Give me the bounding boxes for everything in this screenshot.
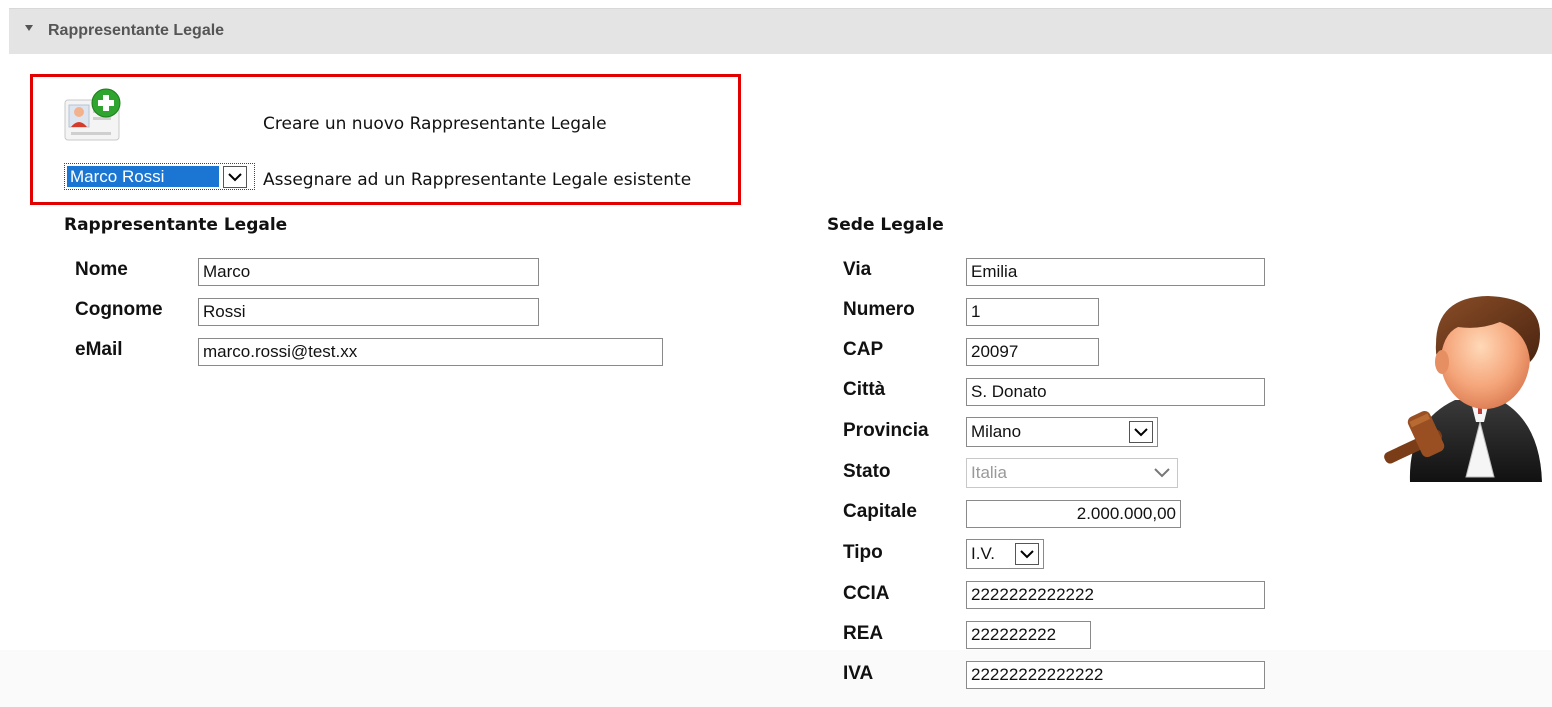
- label-rea: REA: [843, 623, 884, 644]
- label-numero: Numero: [843, 299, 915, 320]
- cognome-input[interactable]: Rossi: [198, 298, 539, 326]
- existing-representative-value: Marco Rossi: [67, 166, 219, 187]
- label-cognome: Cognome: [75, 299, 163, 320]
- label-nome: Nome: [75, 259, 128, 280]
- section-title-sede: Sede Legale: [827, 215, 944, 235]
- chevron-down-icon: [1154, 468, 1170, 478]
- tipo-select[interactable]: I.V.: [966, 539, 1044, 569]
- label-iva: IVA: [843, 663, 874, 684]
- add-person-card-icon[interactable]: [63, 88, 123, 144]
- chevron-down-icon[interactable]: [1015, 543, 1039, 565]
- capitale-input[interactable]: 2.000.000,00: [966, 500, 1181, 528]
- chevron-down-icon[interactable]: [1129, 421, 1153, 443]
- rea-input[interactable]: 222222222: [966, 621, 1091, 649]
- label-stato: Stato: [843, 461, 891, 482]
- lawyer-avatar-icon: [1384, 296, 1542, 482]
- cap-input[interactable]: 20097: [966, 338, 1099, 366]
- lower-background: [0, 650, 1552, 707]
- expand-triangle-icon: [25, 25, 33, 31]
- email-input[interactable]: marco.rossi@test.xx: [198, 338, 663, 366]
- provincia-select[interactable]: Milano: [966, 417, 1158, 447]
- label-via: Via: [843, 259, 872, 280]
- assign-existing-label: Assegnare ad un Rappresentante Legale es…: [263, 170, 692, 190]
- label-tipo: Tipo: [843, 542, 883, 563]
- section-title-rappresentante: Rappresentante Legale: [64, 215, 288, 235]
- label-email: eMail: [75, 339, 123, 360]
- provincia-value: Milano: [971, 422, 1022, 441]
- stato-select: Italia: [966, 458, 1178, 488]
- label-provincia: Provincia: [843, 420, 929, 441]
- citta-input[interactable]: S. Donato: [966, 378, 1265, 406]
- nome-input[interactable]: Marco: [198, 258, 539, 286]
- numero-input[interactable]: 1: [966, 298, 1099, 326]
- existing-representative-select[interactable]: Marco Rossi: [64, 163, 255, 190]
- panel-title: Rappresentante Legale: [48, 22, 225, 39]
- label-ccia: CCIA: [843, 583, 890, 604]
- iva-input[interactable]: 22222222222222: [966, 661, 1265, 689]
- label-capitale: Capitale: [843, 501, 917, 522]
- label-citta: Città: [843, 379, 886, 400]
- via-input[interactable]: Emilia: [966, 258, 1265, 286]
- tipo-value: I.V.: [971, 544, 995, 563]
- ccia-input[interactable]: 2222222222222: [966, 581, 1265, 609]
- panel-header[interactable]: Rappresentante Legale: [9, 8, 1552, 54]
- chevron-down-icon[interactable]: [223, 166, 247, 188]
- label-cap: CAP: [843, 339, 884, 360]
- stato-value: Italia: [971, 463, 1007, 482]
- create-new-label[interactable]: Creare un nuovo Rappresentante Legale: [263, 114, 607, 134]
